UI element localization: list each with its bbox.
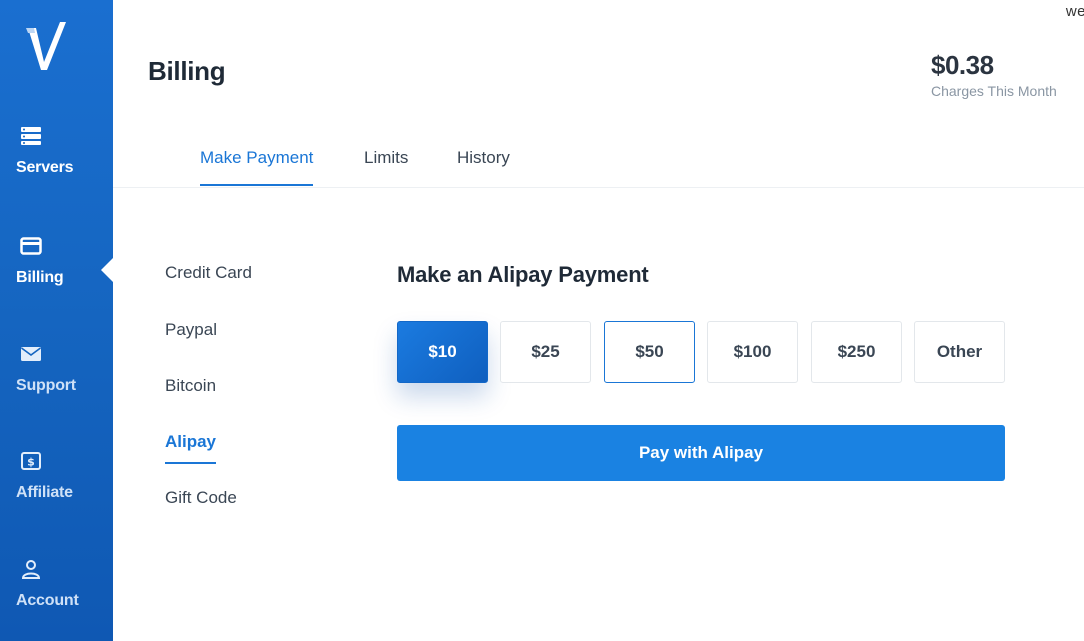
sidebar-item-affiliate[interactable]: $ Affiliate xyxy=(0,450,113,530)
method-alipay[interactable]: Alipay xyxy=(165,432,216,452)
page-title: Billing xyxy=(148,56,226,86)
charges-amount: $0.38 xyxy=(931,50,994,80)
amount-option-50[interactable]: $50 xyxy=(604,321,695,383)
tab-limits[interactable]: Limits xyxy=(364,148,408,184)
monthly-charges: $0.38 Charges This Month xyxy=(931,50,1057,99)
credit-card-icon xyxy=(19,235,42,257)
method-credit-card[interactable]: Credit Card xyxy=(165,263,252,283)
method-paypal[interactable]: Paypal xyxy=(165,320,217,340)
sidebar-item-account[interactable]: Account xyxy=(0,558,113,638)
active-item-indicator xyxy=(101,258,113,282)
amount-option-10[interactable]: $10 xyxy=(397,321,488,383)
method-gift-code[interactable]: Gift Code xyxy=(165,488,237,508)
amount-option-other[interactable]: Other xyxy=(914,321,1005,383)
truncated-corner-text: we xyxy=(1065,3,1084,20)
sidebar-item-label: Servers xyxy=(16,159,74,176)
active-method-underline xyxy=(165,462,216,464)
sidebar-item-label: Account xyxy=(16,592,79,609)
pay-with-alipay-button[interactable]: Pay with Alipay xyxy=(397,425,1005,481)
vultr-logo-icon[interactable] xyxy=(22,18,74,74)
charges-label: Charges This Month xyxy=(931,83,1057,99)
envelope-icon xyxy=(20,343,42,365)
sidebar-item-label: Affiliate xyxy=(16,484,73,501)
amount-option-25[interactable]: $25 xyxy=(500,321,591,383)
payment-panel-title: Make an Alipay Payment xyxy=(397,262,649,287)
amount-option-250[interactable]: $250 xyxy=(811,321,902,383)
sidebar-item-label: Support xyxy=(16,377,76,394)
app-window: Servers Billing Support $ Affiliate Acco… xyxy=(0,0,1084,641)
svg-text:$: $ xyxy=(27,456,35,469)
method-bitcoin[interactable]: Bitcoin xyxy=(165,376,216,396)
billing-tabs: Make Payment Limits History xyxy=(113,130,1084,188)
sidebar-item-servers[interactable]: Servers xyxy=(0,125,113,205)
sidebar-item-support[interactable]: Support xyxy=(0,343,113,423)
sidebar: Servers Billing Support $ Affiliate Acco… xyxy=(0,0,113,641)
sidebar-item-billing[interactable]: Billing xyxy=(0,235,113,315)
user-icon xyxy=(20,558,42,580)
sidebar-item-label: Billing xyxy=(16,269,64,286)
server-icon xyxy=(20,125,42,147)
dollar-icon: $ xyxy=(20,450,42,472)
tab-history[interactable]: History xyxy=(457,148,510,184)
amount-option-100[interactable]: $100 xyxy=(707,321,798,383)
tab-make-payment[interactable]: Make Payment xyxy=(200,148,314,186)
